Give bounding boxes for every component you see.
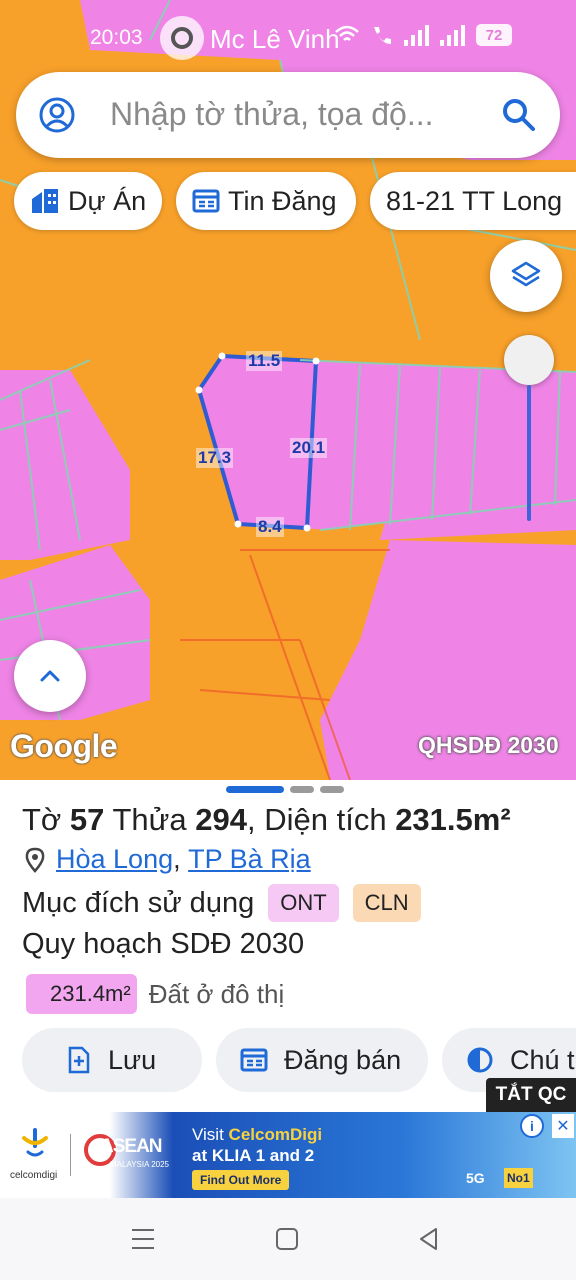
ad-close-icon[interactable]: ✕ [552, 1114, 574, 1138]
sheet-label-to: Tờ [22, 802, 62, 837]
map-layer-label: QHSDĐ 2030 [418, 732, 559, 758]
status-bar: 20:03 Mc Lê Vinh 72 [0, 14, 576, 62]
ad-no1-badge: No1 [504, 1168, 533, 1188]
chip-label: Tin Đăng [228, 185, 337, 216]
ad-banner[interactable]: celcomdigi ASEAN MALAYSIA 2025 Visit Cel… [0, 1112, 576, 1198]
plot-label: Thửa [112, 802, 187, 837]
battery-icon: 72 [476, 24, 512, 46]
location-line: Hòa Long, TP Bà Rịa [24, 844, 311, 875]
land-use-tag-ont: ONT [268, 884, 339, 922]
close-ads-button[interactable]: TẮT QC [486, 1078, 576, 1112]
celcomdigi-logo-icon [22, 1128, 48, 1157]
parcel-edge-top-label: 11.5 [246, 351, 283, 371]
legend-button-label: Chú t [510, 1044, 575, 1075]
music-app-icon [160, 16, 204, 60]
ad-background: celcomdigi ASEAN MALAYSIA 2025 Visit Cel… [0, 1112, 576, 1198]
status-title: Mc Lê Vinh [210, 24, 340, 54]
listing-icon [192, 189, 220, 213]
layers-icon [511, 261, 541, 287]
status-time: 20:03 [90, 26, 143, 49]
post-sale-button-label: Đăng bán [284, 1044, 402, 1075]
call-icon [374, 27, 391, 44]
post-listing-icon [240, 1048, 268, 1072]
building-icon [32, 189, 58, 213]
ad-divider [70, 1134, 71, 1176]
wifi-icon [335, 25, 359, 41]
google-logo: Google [10, 728, 118, 764]
post-sale-button[interactable]: Đăng bán [216, 1028, 428, 1092]
ward-link[interactable]: Hòa Long [56, 844, 173, 875]
ad-event: ASEAN [100, 1136, 163, 1157]
legend-icon [467, 1047, 493, 1073]
parcel-info-sheet: Tờ 57 Thửa 294, Diện tích 231.5m² Hòa Lo… [0, 780, 576, 1112]
opacity-slider-track[interactable] [527, 385, 531, 521]
area-label: Diện tích [264, 802, 387, 837]
parcel-edge-right-label: 20.1 [290, 438, 328, 458]
ad-line1-prefix: Visit [192, 1125, 224, 1144]
chip-label: 81-21 TT Long [386, 185, 563, 216]
expand-up-button[interactable] [14, 640, 86, 712]
planning-area-description: Đất ở đô thị [148, 978, 285, 1009]
save-button-label: Lưu [108, 1044, 157, 1075]
ad-event-sub: MALAYSIA 2025 [110, 1160, 169, 1169]
back-icon[interactable] [414, 1224, 444, 1254]
chevron-up-icon [40, 670, 60, 682]
opacity-slider-thumb[interactable] [504, 335, 554, 385]
ad-line2: at KLIA 1 and 2 [192, 1146, 315, 1165]
ad-cta-button[interactable]: Find Out More [192, 1170, 290, 1190]
parcel-edge-bottom-label: 8.4 [256, 517, 284, 537]
ad-line1-highlight: CelcomDigi [228, 1125, 323, 1144]
signal-icon [404, 24, 430, 46]
save-button[interactable]: Lưu [22, 1028, 202, 1092]
save-plus-icon [68, 1046, 90, 1074]
planning-area-row: 231.4m² Đất ở đô thị [26, 974, 284, 1014]
home-icon[interactable] [272, 1224, 302, 1254]
planning-area-badge: 231.4m² [26, 974, 137, 1014]
land-use-tag-cln: CLN [352, 884, 421, 922]
parcel-summary: Tờ 57 Thửa 294, Diện tích 231.5m² [22, 802, 511, 837]
chip-du-an[interactable]: Dự Án [14, 172, 162, 230]
location-pin-icon [25, 847, 45, 873]
system-nav-bar [0, 1198, 576, 1280]
menu-icon[interactable] [128, 1224, 158, 1254]
map-view[interactable]: 11.5 17.3 20.1 8.4 20:03 Mc Lê Vinh 72 N… [0, 0, 576, 780]
ad-5g-badge: 5G [466, 1170, 485, 1186]
search-bar[interactable]: Nhập tờ thửa, tọa độ... [16, 72, 560, 158]
layers-button[interactable] [490, 240, 562, 312]
land-use-line: Mục đích sử dụng ONT CLN [22, 884, 421, 922]
account-icon[interactable] [38, 96, 76, 134]
sheet-handle[interactable] [226, 786, 344, 793]
planning-title: Quy hoạch SDĐ 2030 [22, 928, 305, 960]
ad-brand: celcomdigi [10, 1170, 58, 1181]
search-icon[interactable] [500, 96, 538, 134]
signal-icon-2 [440, 24, 466, 46]
status-icons: 72 [334, 24, 512, 46]
ad-info-icon[interactable]: i [520, 1114, 544, 1138]
sheet-number-value: 57 [69, 802, 105, 837]
search-input[interactable]: Nhập tờ thửa, tọa độ... [110, 96, 433, 133]
city-link[interactable]: TP Bà Rịa [188, 844, 311, 875]
land-use-label: Mục đích sử dụng [22, 886, 255, 919]
chip-location[interactable]: 81-21 TT Long [370, 172, 576, 230]
ad-headline: Visit CelcomDigi at KLIA 1 and 2 [192, 1124, 322, 1166]
plot-number-value: 294 [195, 802, 247, 837]
chip-tin-dang[interactable]: Tin Đăng [176, 172, 356, 230]
area-value: 231.5m² [395, 802, 511, 837]
parcel-edge-left-label: 17.3 [196, 448, 234, 468]
chip-label: Dự Án [68, 185, 147, 216]
